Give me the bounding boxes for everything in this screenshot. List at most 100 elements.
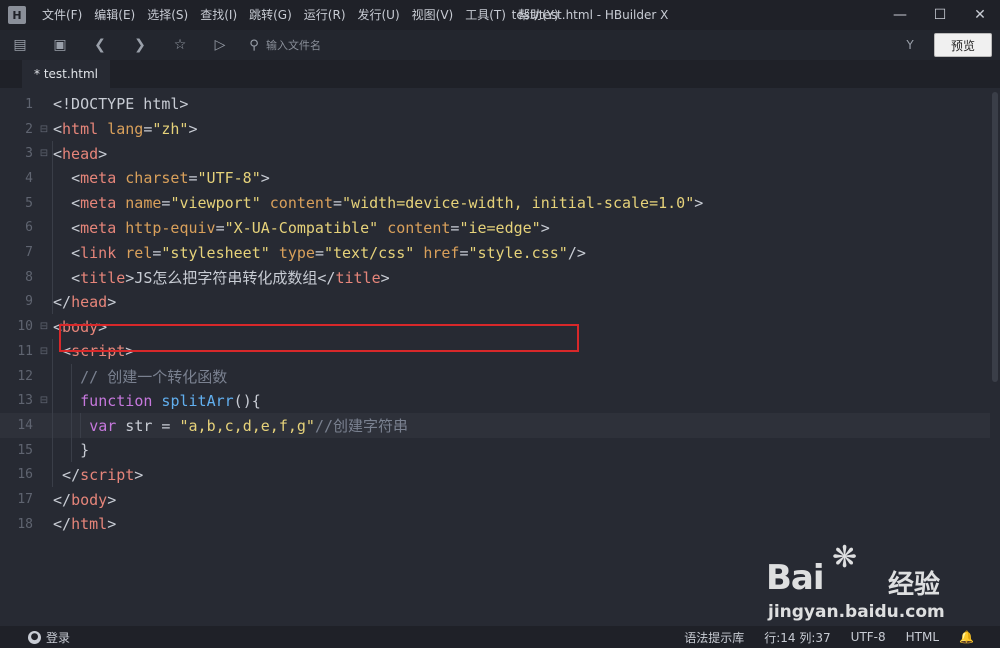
code-token: />: [567, 243, 586, 262]
maximize-icon[interactable]: ☐: [920, 0, 960, 30]
toolbar: ▤ ▣ ❮ ❯ ☆ ▷ ⚲: [0, 30, 1000, 60]
code-token: link: [80, 243, 117, 262]
back-icon[interactable]: ❮: [80, 30, 120, 60]
code-line[interactable]: 18 </html>: [0, 512, 990, 537]
minimize-icon[interactable]: —: [880, 0, 920, 30]
menu-item[interactable]: 查找(I): [194, 0, 243, 30]
code-line[interactable]: 12 // 创建一个转化函数: [0, 364, 990, 389]
code-line[interactable]: 15}: [0, 438, 990, 463]
editor-scrollbar[interactable]: [992, 92, 998, 382]
code-line[interactable]: 13 ⊟ function splitArr(){: [0, 388, 990, 413]
star-icon[interactable]: ☆: [160, 30, 200, 60]
menu-item[interactable]: 文件(F): [36, 0, 88, 30]
code-token: lang: [107, 120, 144, 139]
code-line[interactable]: 14 var str = "a,b,c,d,e,f,g"//创建字符串: [0, 413, 990, 438]
indent-guide: [71, 363, 72, 463]
code-token: content: [269, 194, 333, 213]
code-line[interactable]: 5 <meta name="viewport" content="width=de…: [0, 191, 990, 216]
file-search: ⚲: [242, 30, 846, 60]
code-token: html: [71, 515, 108, 534]
code-line[interactable]: 9 </head>: [0, 290, 990, 315]
line-number: 5: [25, 195, 33, 211]
login-button[interactable]: ● 登录: [28, 629, 70, 646]
code-token: </: [53, 515, 72, 534]
notification-bell-icon[interactable]: 🔔: [959, 630, 974, 644]
tab-test-html[interactable]: * test.html: [22, 60, 111, 88]
code-token: var: [89, 416, 117, 435]
code-token: >: [98, 144, 108, 163]
line-number: 12: [17, 368, 33, 384]
code-line[interactable]: 3 ⊟ <head>: [0, 141, 990, 166]
code-token: <: [71, 169, 81, 188]
code-line[interactable]: 1 <!DOCTYPE html>: [0, 92, 990, 117]
menu-item[interactable]: 选择(S): [141, 0, 194, 30]
forward-icon[interactable]: ❯: [120, 30, 160, 60]
code-token: head: [71, 292, 108, 311]
code-token: splitArr: [161, 391, 234, 410]
line-number: 17: [17, 492, 33, 508]
menu-item[interactable]: 视图(V): [406, 0, 460, 30]
code-token: "zh": [152, 120, 189, 139]
code-text: <meta charset="UTF-8">: [71, 169, 270, 187]
menu-item[interactable]: 工具(T): [459, 0, 512, 30]
menu-item[interactable]: 帮助(Y): [512, 0, 565, 30]
close-icon[interactable]: ✕: [960, 0, 1000, 30]
encoding-selector[interactable]: UTF-8: [851, 630, 886, 644]
fold-toggle-icon[interactable]: ⊟: [37, 395, 51, 406]
code-token: <: [53, 144, 63, 163]
fold-toggle-icon[interactable]: ⊟: [37, 321, 51, 332]
file-search-icon: ⚲: [249, 37, 259, 53]
code-line[interactable]: 7 <link rel="stylesheet" type="text/css" …: [0, 240, 990, 265]
run-icon[interactable]: ▷: [200, 30, 240, 60]
line-number: 11: [17, 343, 33, 359]
code-token: "text/css": [323, 243, 415, 262]
code-token: "X-UA-Compatible": [224, 218, 379, 237]
code-token: title: [80, 268, 126, 287]
watermark-url: jingyan.baidu.com: [768, 602, 945, 622]
code-token: rel: [125, 243, 153, 262]
fold-toggle-icon[interactable]: ⊟: [37, 346, 51, 357]
new-file-icon[interactable]: ▤: [0, 30, 40, 60]
cursor-position[interactable]: 行:14 列:37: [764, 629, 830, 646]
filter-icon[interactable]: Y: [898, 30, 922, 60]
preview-button[interactable]: 预览: [934, 33, 992, 57]
code-token: "a,b,c,d,e,f,g": [179, 416, 315, 435]
code-line[interactable]: 2 ⊟ <html lang="zh">: [0, 117, 990, 142]
code-text: <html lang="zh">: [53, 120, 198, 138]
fold-toggle-icon[interactable]: ⊟: [37, 148, 51, 159]
code-token: >: [134, 465, 144, 484]
language-selector[interactable]: HTML: [906, 630, 939, 644]
hbuilder-logo-icon: H: [8, 6, 26, 24]
code-token: //创建字符串: [314, 416, 409, 435]
fold-toggle-icon[interactable]: ⊟: [37, 124, 51, 135]
save-icon[interactable]: ▣: [40, 30, 80, 60]
code-text: }: [80, 441, 89, 459]
menu-item[interactable]: 发行(U): [352, 0, 406, 30]
window-controls: — ☐ ✕: [880, 0, 1000, 30]
code-token: meta: [80, 169, 117, 188]
code-text: </head>: [53, 293, 116, 311]
code-token: <: [71, 218, 81, 237]
code-token: <: [71, 194, 81, 213]
file-search-input[interactable]: [266, 38, 846, 52]
code-text: <link rel="stylesheet" type="text/css" h…: [71, 244, 586, 262]
menu-item[interactable]: 编辑(E): [88, 0, 141, 30]
code-token: charset: [125, 169, 189, 188]
code-token: href: [423, 243, 460, 262]
code-token: "style.css": [468, 243, 568, 262]
indent-guide: [52, 339, 53, 488]
code-text: <meta http-equiv="X-UA-Compatible" conte…: [71, 219, 550, 237]
line-number: 8: [25, 269, 33, 285]
code-line[interactable]: 4 <meta charset="UTF-8">: [0, 166, 990, 191]
code-line[interactable]: 16 </script>: [0, 463, 990, 488]
user-icon: ●: [28, 630, 41, 644]
menu-item[interactable]: 运行(R): [298, 0, 352, 30]
code-token: <: [71, 243, 81, 262]
code-line[interactable]: 8 <title>JS怎么把字符串转化成数组</title>: [0, 265, 990, 290]
code-line[interactable]: 6 <meta http-equiv="X-UA-Compatible" cont…: [0, 216, 990, 241]
syntax-hint-library[interactable]: 语法提示库: [684, 629, 744, 646]
menu-item[interactable]: 跳转(G): [243, 0, 298, 30]
code-line[interactable]: 17 </body>: [0, 487, 990, 512]
